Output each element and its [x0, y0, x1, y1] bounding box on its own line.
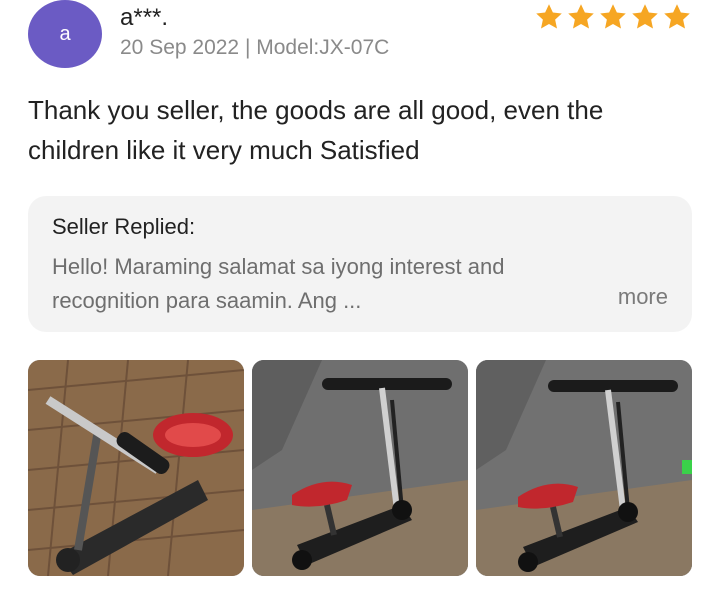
review-photo-2[interactable]: [252, 360, 468, 576]
review-photos: [28, 360, 692, 576]
star-icon: [568, 4, 594, 29]
review-meta: 20 Sep 2022 | Model:JX-07C: [120, 36, 390, 59]
star-rating: [534, 2, 692, 32]
review-text: Thank you seller, the goods are all good…: [28, 95, 604, 165]
seller-reply-box: Seller Replied: Hello! Maraming salamat …: [28, 196, 692, 332]
reviewer-name: a***.: [120, 4, 169, 31]
star-icon: [536, 4, 562, 29]
more-link[interactable]: more: [618, 284, 668, 310]
star-icon: [632, 4, 658, 29]
avatar: a: [28, 0, 102, 68]
avatar-letter: a: [59, 22, 71, 45]
star-icon: [600, 4, 626, 29]
seller-reply-text: Hello! Maraming salamat sa iyong interes…: [52, 254, 505, 313]
scooter-photo-3: [476, 360, 692, 576]
review-photo-1[interactable]: [28, 360, 244, 576]
review-photo-3[interactable]: [476, 360, 692, 576]
seller-reply-title: Seller Replied:: [52, 214, 196, 239]
scooter-photo-1: [28, 360, 244, 576]
star-icon: [664, 4, 690, 29]
scooter-photo-2: [252, 360, 468, 576]
